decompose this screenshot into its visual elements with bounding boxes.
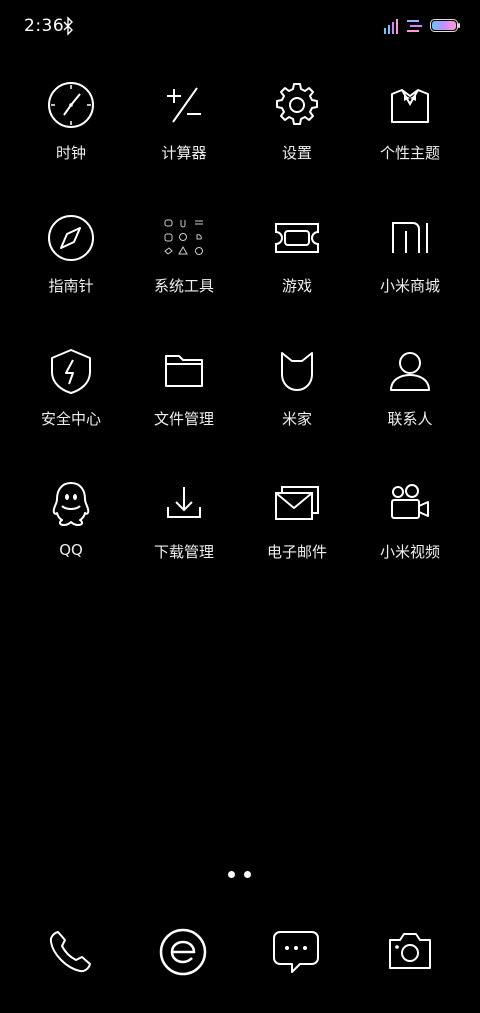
page-dot-1[interactable] — [228, 871, 235, 878]
app-downloads[interactable]: 下载管理 — [127, 469, 241, 579]
app-label: 设置 — [281, 144, 312, 162]
app-label: QQ — [59, 541, 83, 559]
app-settings[interactable]: 设置 — [240, 70, 354, 180]
app-contacts[interactable]: 联系人 — [353, 336, 467, 446]
app-compass[interactable]: 指南针 — [14, 203, 128, 313]
signal-icon — [384, 19, 398, 34]
app-label: 安全中心 — [40, 410, 101, 428]
app-label: 联系人 — [387, 410, 433, 428]
app-label: 个性主题 — [379, 144, 440, 162]
app-qq[interactable]: QQ — [14, 469, 128, 579]
video-icon — [391, 484, 429, 519]
game-ticket-icon — [275, 223, 319, 253]
battery-icon — [430, 19, 460, 32]
app-label: 小米视频 — [379, 543, 440, 561]
folder-icon — [165, 355, 203, 387]
email-icon — [275, 486, 319, 520]
download-icon — [167, 487, 201, 518]
message-icon — [273, 931, 319, 973]
app-label: 小米商城 — [379, 277, 440, 295]
dock-messages[interactable] — [266, 922, 326, 982]
mi-store-icon — [392, 222, 428, 253]
app-label: 指南针 — [48, 277, 94, 295]
app-label: 米家 — [281, 410, 312, 428]
app-clock[interactable]: 时钟 — [14, 70, 128, 180]
phone-icon — [49, 931, 91, 973]
dock-phone[interactable] — [40, 922, 100, 982]
mijia-icon — [281, 352, 313, 391]
app-calculator[interactable]: 计算器 — [127, 70, 241, 180]
clock-icon — [48, 82, 94, 128]
app-themes[interactable]: 个性主题 — [353, 70, 467, 180]
app-label: 系统工具 — [153, 277, 214, 295]
qq-icon — [52, 482, 90, 526]
status-time: 2:36 — [24, 16, 65, 36]
compass-icon — [48, 215, 94, 261]
contacts-icon — [390, 352, 430, 391]
app-games[interactable]: 游戏 — [240, 203, 354, 313]
gear-icon — [276, 83, 318, 125]
app-system-tools[interactable]: 系统工具 — [127, 203, 241, 313]
app-label: 游戏 — [281, 277, 312, 295]
page-indicator — [225, 871, 255, 881]
shield-icon — [51, 349, 91, 394]
status-bar: 2:36 — [0, 0, 480, 54]
app-file-manager[interactable]: 文件管理 — [127, 336, 241, 446]
dock-camera[interactable] — [380, 922, 440, 982]
app-security[interactable]: 安全中心 — [14, 336, 128, 446]
app-label: 电子邮件 — [266, 543, 327, 561]
app-label: 时钟 — [55, 144, 86, 162]
app-label: 文件管理 — [153, 410, 214, 428]
camera-icon — [389, 933, 431, 969]
tools-folder-icon — [164, 219, 203, 255]
browser-icon — [159, 928, 207, 976]
app-mi-store[interactable]: 小米商城 — [353, 203, 467, 313]
theme-icon — [391, 89, 429, 123]
bluetooth-icon — [63, 16, 73, 36]
menu-icon — [407, 20, 422, 32]
app-mi-video[interactable]: 小米视频 — [353, 469, 467, 579]
dock-browser[interactable] — [153, 922, 213, 982]
page-dot-2[interactable] — [244, 871, 251, 878]
calculator-icon — [167, 87, 201, 123]
app-email[interactable]: 电子邮件 — [240, 469, 354, 579]
app-label: 计算器 — [161, 144, 207, 162]
app-label: 下载管理 — [153, 543, 214, 561]
app-mijia[interactable]: 米家 — [240, 336, 354, 446]
dock — [0, 922, 480, 982]
